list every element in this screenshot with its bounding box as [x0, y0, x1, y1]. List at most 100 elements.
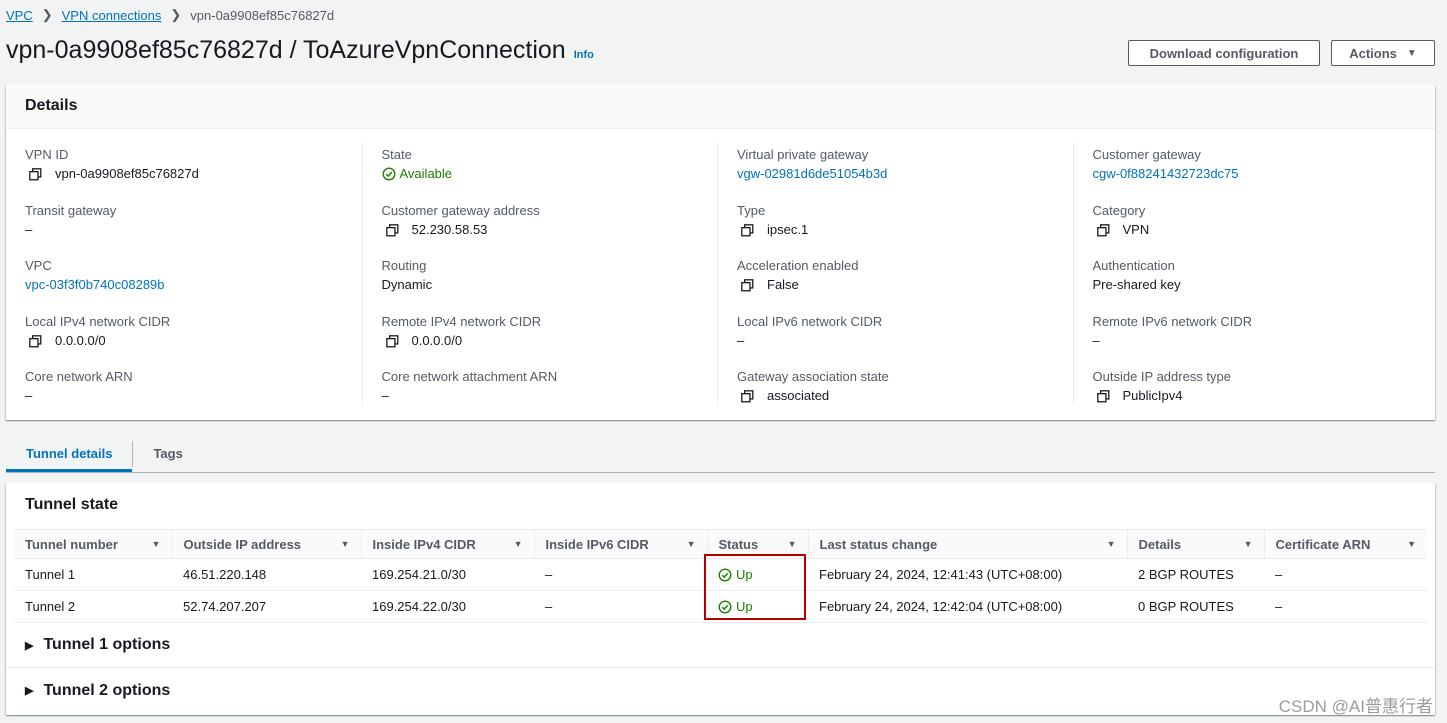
- table-cell: –: [534, 558, 707, 591]
- cell-text: 2 BGP ROUTES: [1138, 567, 1234, 582]
- field-value: Dynamic: [381, 277, 433, 293]
- field-value-row: 0.0.0.0/0: [382, 331, 699, 351]
- caret-right-icon: ▶: [25, 639, 34, 652]
- field-label: Gateway association state: [737, 369, 889, 385]
- copy-icon[interactable]: [29, 167, 47, 181]
- field-label: Customer gateway: [1092, 147, 1201, 162]
- column-header-label: Inside IPv4 CIDR: [372, 536, 476, 552]
- sort-caret-down-icon[interactable]: ▼: [341, 539, 350, 549]
- actions-button[interactable]: Actions ▼: [1331, 40, 1435, 66]
- field-value-row: PublicIpv4: [1093, 386, 1410, 406]
- status-up: Up: [718, 567, 797, 582]
- field-label: Outside IP address type: [1092, 369, 1232, 385]
- table-cell: 169.254.21.0/30: [361, 558, 534, 591]
- tab-tags[interactable]: Tags: [133, 436, 202, 472]
- chevron-right-icon: ❯: [41, 7, 53, 22]
- field-value: –: [25, 221, 33, 237]
- field-label: Routing: [381, 258, 427, 274]
- field-value-row: 0.0.0.0/0: [25, 331, 343, 351]
- field-value-link[interactable]: cgw-0f88241432723dc75: [1093, 164, 1239, 184]
- field-category: Category VPN: [1093, 198, 1410, 254]
- field-value-row: ipsec.1: [737, 220, 1054, 240]
- sort-caret-down-icon[interactable]: ▼: [1407, 539, 1416, 549]
- field-label: Type: [737, 202, 766, 218]
- column-header-certificate-arn[interactable]: Certificate ARN ▼: [1263, 529, 1427, 559]
- field-label: VPC: [25, 258, 52, 274]
- table-cell: –: [1264, 590, 1427, 623]
- sort-caret-down-icon[interactable]: ▼: [1107, 539, 1116, 549]
- column-header-inside-ipv6-cidr[interactable]: Inside IPv6 CIDR ▼: [533, 529, 707, 559]
- info-link[interactable]: Info: [574, 49, 594, 61]
- column-header-label: Status: [718, 536, 759, 552]
- field-vpc: VPC vpc-03f3f0b740c08289b: [25, 253, 343, 309]
- sort-caret-down-icon[interactable]: ▼: [788, 539, 797, 549]
- field-value-row: 52.230.58.53: [382, 220, 699, 240]
- field-label: Authentication: [1092, 258, 1175, 274]
- cell-text: –: [1275, 567, 1283, 582]
- field-value: False: [767, 277, 799, 293]
- details-column: Customer gateway cgw-0f88241432723dc75 Cat…: [1072, 142, 1429, 406]
- field-value-link[interactable]: vpc-03f3f0b740c08289b: [25, 275, 165, 295]
- cell-text: 169.254.21.0/30: [372, 567, 466, 582]
- table-cell: Tunnel 1: [14, 558, 172, 591]
- column-header-inner: Outside IP address ▼: [184, 537, 350, 552]
- copy-icon[interactable]: [741, 389, 759, 403]
- field-value-row: associated: [737, 386, 1054, 406]
- field-value: –: [25, 388, 33, 404]
- caret-down-icon: ▼: [1406, 47, 1417, 59]
- cell-text: Tunnel 1: [25, 567, 76, 582]
- field-value: 0.0.0.0/0: [55, 332, 106, 348]
- copy-icon[interactable]: [1096, 223, 1115, 237]
- column-header-inner: Last status change ▼: [820, 537, 1116, 552]
- field-value-link[interactable]: vgw-02981d6de51054b3d: [737, 164, 887, 184]
- field-value-row: –: [737, 331, 1054, 351]
- cell-text: 0 BGP ROUTES: [1138, 599, 1234, 614]
- cell-text: –: [545, 567, 553, 582]
- table-cell: February 24, 2024, 12:42:04 (UTC+08:00): [808, 590, 1127, 623]
- copy-icon[interactable]: [385, 223, 404, 237]
- field-local-ipv6-network-cidr: Local IPv6 network CIDR –: [737, 309, 1054, 365]
- column-header-inner: Details ▼: [1139, 537, 1253, 552]
- column-header-outside-ip-address[interactable]: Outside IP address ▼: [171, 529, 361, 559]
- tunnel-state-panel: Tunnel state Tunnel number ▼ Outside IP ad…: [6, 483, 1435, 715]
- copy-icon[interactable]: [29, 334, 47, 348]
- field-label: Category: [1092, 202, 1146, 218]
- breadcrumb-vpn-connections-link[interactable]: VPN connections: [62, 8, 162, 23]
- tunnel-state-header: Tunnel state: [25, 496, 119, 513]
- tunnel-1-options-expander[interactable]: ▶ Tunnel 1 options: [6, 623, 1435, 668]
- column-header-label: Outside IP address: [183, 536, 302, 552]
- column-header-details[interactable]: Details ▼: [1126, 529, 1264, 559]
- column-header-inner: Certificate ARN ▼: [1276, 537, 1417, 552]
- column-header-inside-ipv4-cidr[interactable]: Inside IPv4 CIDR ▼: [360, 529, 534, 559]
- download-configuration-button[interactable]: Download configuration: [1128, 40, 1320, 66]
- column-header-inner: Inside IPv4 CIDR ▼: [373, 537, 523, 552]
- field-remote-ipv4-network-cidr: Remote IPv4 network CIDR 0.0.0.0/0: [382, 309, 699, 365]
- table-cell: –: [1264, 558, 1427, 591]
- field-label: Virtual private gateway: [737, 147, 869, 162]
- field-value-row: –: [25, 220, 343, 240]
- column-header-last-status-change[interactable]: Last status change ▼: [807, 529, 1127, 559]
- field-value-row: vgw-02981d6de51054b3d: [737, 164, 1054, 184]
- copy-icon[interactable]: [741, 278, 759, 292]
- field-label: Remote IPv4 network CIDR: [381, 313, 542, 329]
- tunnel-2-options-expander[interactable]: ▶ Tunnel 2 options: [6, 668, 1435, 713]
- field-value-row: Available: [382, 164, 699, 184]
- tab-tunnel-details[interactable]: Tunnel details: [6, 436, 133, 472]
- sort-caret-down-icon[interactable]: ▼: [687, 539, 696, 549]
- page-title: vpn-0a9908ef85c76827d / ToAzureVpnConnec…: [6, 36, 594, 65]
- sort-caret-down-icon[interactable]: ▼: [1244, 539, 1253, 549]
- field-label: Remote IPv6 network CIDR: [1092, 313, 1253, 329]
- sort-caret-down-icon[interactable]: ▼: [514, 539, 523, 549]
- column-header-tunnel-number[interactable]: Tunnel number ▼: [14, 529, 172, 559]
- table-cell: February 24, 2024, 12:41:43 (UTC+08:00): [808, 558, 1127, 591]
- copy-icon[interactable]: [385, 334, 404, 348]
- column-header-status[interactable]: Status ▼: [706, 529, 808, 559]
- sort-caret-down-icon[interactable]: ▼: [152, 539, 161, 549]
- column-header-inner: Status ▼: [719, 537, 797, 552]
- copy-icon[interactable]: [1096, 389, 1115, 403]
- breadcrumb-current: vpn-0a9908ef85c76827d: [190, 7, 335, 23]
- status-text: Available: [399, 166, 453, 181]
- copy-icon[interactable]: [741, 223, 759, 237]
- breadcrumb-vpc-link[interactable]: VPC: [6, 8, 33, 23]
- status-up: Up: [718, 599, 797, 614]
